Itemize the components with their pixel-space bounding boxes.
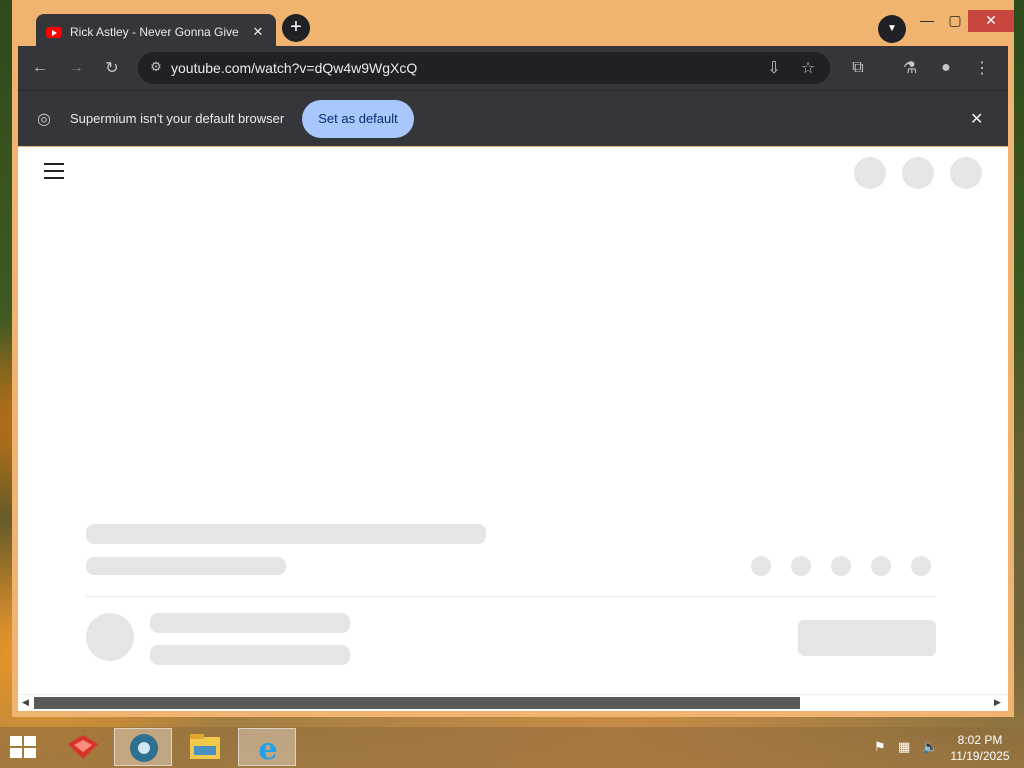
minimize-button[interactable]: — [916,10,938,32]
menu-kebab-icon[interactable]: ⋮ [970,58,994,78]
skeleton-action-dot [871,556,891,576]
taskbar: e ⚑ ▦ 🔈 8:02 PM 11/19/2025 [0,727,1024,768]
bookmark-star-icon[interactable]: ☆ [796,58,820,78]
browser-icon[interactable] [114,728,172,766]
network-icon[interactable]: ▦ [898,739,910,755]
action-center-flag-icon[interactable]: ⚑ [874,739,886,755]
skeleton-action-dot [791,556,811,576]
extensions-icon[interactable]: ⧉ [846,59,870,77]
forward-icon[interactable]: → [64,59,88,77]
skeleton-header-circle [902,157,934,189]
horizontal-scrollbar[interactable]: ◀ ▶ [18,694,1008,711]
infobar-close-icon[interactable]: ✕ [970,109,983,129]
address-bar[interactable]: ⚙ youtube.com/watch?v=dQw4w9WgXcQ ⇩ ☆ [138,52,830,84]
red-app-icon[interactable] [54,728,112,766]
tab-youtube[interactable]: Rick Astley - Never Gonna Give ✕ [36,14,276,50]
skeleton-subscribe-button [798,620,936,656]
scroll-left-icon[interactable]: ◀ [22,697,29,708]
clock-date: 11/19/2025 [950,749,1010,763]
infobar-message: Supermium isn't your default browser [70,111,285,126]
tab-strip: Rick Astley - Never Gonna Give ✕ + ▼ — ▢… [18,6,1014,50]
youtube-icon [46,26,62,38]
skeleton-title-bar [86,524,486,544]
skeleton-header-circle [950,157,982,189]
tab-title: Rick Astley - Never Gonna Give [70,25,239,39]
start-icon[interactable] [10,736,38,760]
new-tab-button[interactable]: + [282,14,310,42]
skeleton-header-circle [854,157,886,189]
scrollbar-thumb[interactable] [34,697,800,709]
profile-icon[interactable]: ● [934,59,958,77]
browser-toolbar: ← → ↻ ⚙ youtube.com/watch?v=dQw4w9WgXcQ … [18,46,1008,90]
page-content [18,147,1008,694]
volume-muted-icon[interactable]: 🔈 [922,739,938,755]
skeleton-action-dot [911,556,931,576]
window-close-button[interactable]: ✕ [968,10,1014,32]
tab-close-icon[interactable]: ✕ [250,24,266,40]
system-clock[interactable]: 8:02 PM 11/19/2025 [946,732,1014,764]
skeleton-action-dot [831,556,851,576]
chrome-logo-icon: ◎ [37,111,51,128]
svg-text:e: e [258,732,277,767]
file-explorer-icon[interactable] [176,728,234,766]
scroll-right-icon[interactable]: ▶ [994,697,1001,708]
skeleton-channel-avatar [86,613,134,661]
skeleton-action-dot [751,556,771,576]
maximize-button[interactable]: ▢ [944,10,966,32]
content-divider [86,596,936,597]
skeleton-subtitle-bar [86,557,286,575]
hamburger-menu-icon[interactable] [44,163,64,184]
set-default-button[interactable]: Set as default [302,100,414,138]
back-icon[interactable]: ← [28,59,52,77]
skeleton-channel-subs [150,645,350,665]
site-info-icon[interactable]: ⚙ [144,59,168,75]
tab-search-button[interactable]: ▼ [878,15,906,43]
browser-window: Rick Astley - Never Gonna Give ✕ + ▼ — ▢… [12,0,1014,717]
skeleton-channel-name [150,613,350,633]
url-text: youtube.com/watch?v=dQw4w9WgXcQ [171,60,418,76]
install-app-icon[interactable]: ⇩ [762,58,786,78]
reload-icon[interactable]: ↻ [100,58,124,78]
clock-time: 8:02 PM [957,733,1003,747]
default-browser-infobar: ◎ Supermium isn't your default browser S… [18,90,1008,146]
labs-flask-icon[interactable]: ⚗ [898,58,922,78]
internet-explorer-icon[interactable]: e [238,728,296,767]
